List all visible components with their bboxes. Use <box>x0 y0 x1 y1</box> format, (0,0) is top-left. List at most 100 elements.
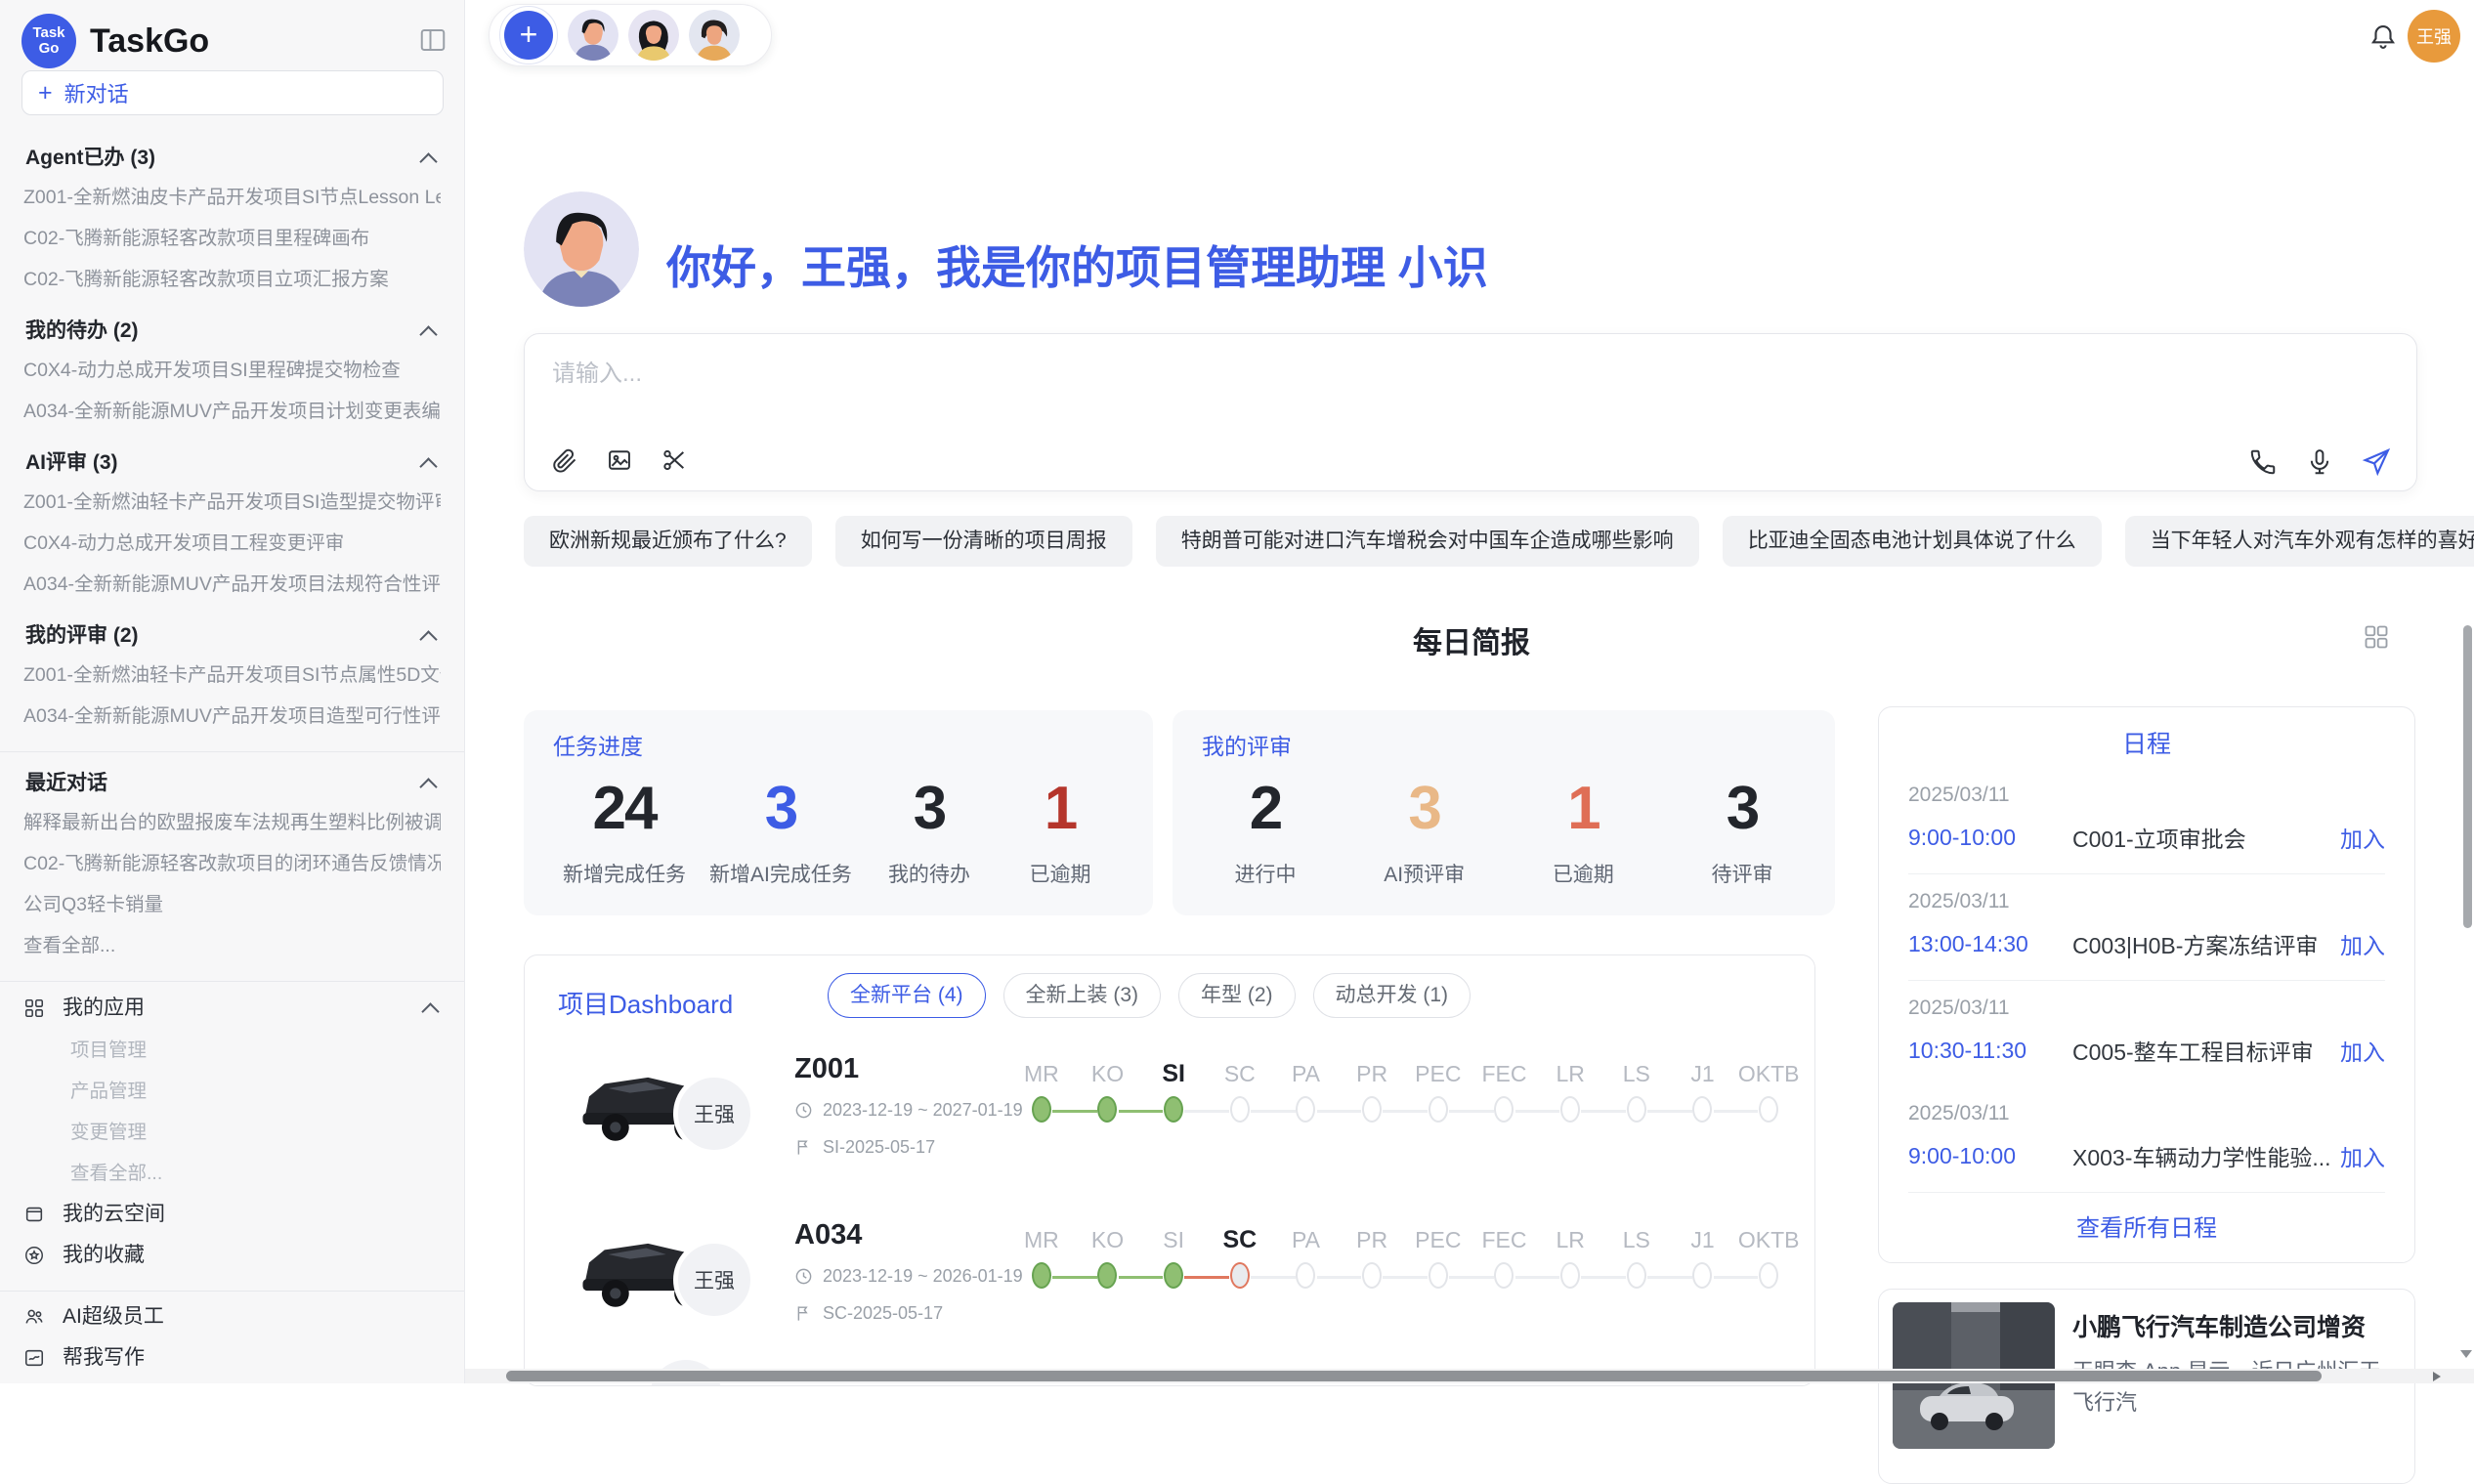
join-button[interactable]: 加入 <box>2340 1034 2385 1067</box>
logo-line1: Task <box>32 25 64 41</box>
app-logo-icon: Task Go <box>21 14 76 68</box>
greeting-text: 你好，王强，我是你的项目管理助理 小识 <box>666 233 1488 297</box>
sidebar-item-ai-employees[interactable]: AI超级员工 <box>23 1296 441 1337</box>
microphone-button[interactable] <box>2303 445 2336 479</box>
notification-bell-icon[interactable] <box>2368 21 2400 53</box>
join-button[interactable]: 加入 <box>2340 1139 2385 1172</box>
news-card[interactable]: 小鹏飞行汽车制造公司增资 天眼查 App 显示，近日广州汇天飞行汽 <box>1878 1289 2415 1484</box>
screenshot-button[interactable] <box>658 444 691 477</box>
star-icon <box>23 1245 45 1266</box>
menu-label: 帮我写作 <box>63 1337 145 1378</box>
sidebar-item-product-mgmt[interactable]: 产品管理 <box>23 1071 441 1112</box>
flag-icon <box>794 1138 813 1157</box>
list-item[interactable]: 解释最新出台的欧盟报废车法规再生塑料比例被调至15%... <box>23 802 441 843</box>
list-item[interactable]: C02-飞腾新能源轻客改款项目立项汇报方案 <box>23 259 441 300</box>
milestone-MR: MR <box>1008 1219 1075 1293</box>
join-button[interactable]: 加入 <box>2340 821 2385 854</box>
view-all-link[interactable]: 查看全部... <box>23 925 441 966</box>
scroll-right-arrow[interactable] <box>2433 1372 2441 1381</box>
view-all-link[interactable]: 查看全部... <box>23 1153 441 1194</box>
suggestion-chip[interactable]: 比亚迪全固态电池计划具体说了什么 <box>1723 516 2102 567</box>
project-owner-badge: 王强 <box>673 1239 755 1321</box>
sidebar-item-change-mgmt[interactable]: 变更管理 <box>23 1112 441 1153</box>
send-button[interactable] <box>2360 445 2393 479</box>
voice-call-button[interactable] <box>2246 445 2280 479</box>
agent-avatar-2[interactable] <box>628 10 679 61</box>
list-item[interactable]: A034-全新新能源MUV产品开发项目法规符合性评审 <box>23 564 441 605</box>
tab-model-year[interactable]: 年型 (2) <box>1178 973 1296 1018</box>
tab-powertrain[interactable]: 动总开发 (1) <box>1313 973 1472 1018</box>
section-recent-chats[interactable]: 最近对话 <box>25 769 439 798</box>
schedule-title: 日程 <box>1879 725 2414 760</box>
list-item[interactable]: Z001-全新燃油轻卡产品开发项目SI造型提交物评审 <box>23 482 441 523</box>
schedule-date: 2025/03/11 <box>1908 784 2385 807</box>
sidebar-item-cloud-space[interactable]: 我的云空间 <box>23 1194 441 1235</box>
news-title: 小鹏飞行汽车制造公司增资 <box>2072 1308 2366 1343</box>
layout-grid-icon[interactable] <box>2363 623 2392 653</box>
horizontal-scrollbar <box>465 1369 2474 1383</box>
user-avatar[interactable]: 王强 <box>2408 10 2460 63</box>
suggestion-chip[interactable]: 如何写一份清晰的项目周报 <box>835 516 1132 567</box>
sidebar-item-help-write[interactable]: 帮我写作 <box>23 1337 441 1378</box>
list-item[interactable]: Z001-全新燃油皮卡产品开发项目SI节点Lesson Learn报告 <box>23 177 441 218</box>
join-button[interactable]: 加入 <box>2340 927 2385 960</box>
sidebar-item-creative-draw[interactable]: 创意制图 <box>23 1378 441 1383</box>
plus-icon: + <box>38 79 53 107</box>
section-my-review[interactable]: 我的评审 (2) <box>25 621 439 651</box>
sidebar-collapse-icon[interactable] <box>418 25 448 55</box>
milestone-J1: J1 <box>1670 1053 1736 1127</box>
tab-new-body[interactable]: 全新上装 (3) <box>1003 973 1162 1018</box>
people-icon <box>23 1306 45 1328</box>
stat-new-done: 24新增完成任务 <box>563 767 686 888</box>
scroll-down-arrow[interactable] <box>2460 1350 2472 1358</box>
section-ai-review[interactable]: AI评审 (3) <box>25 448 439 478</box>
chevron-up-icon <box>421 1002 439 1020</box>
milestone-timeline: MRKOSISCPAPRPECFECLRLSJ1OKTB <box>1008 1053 1802 1127</box>
card-title: 我的评审 <box>1202 728 1806 761</box>
list-item[interactable]: A034-全新新能源MUV产品开发项目计划变更表编写 <box>23 391 441 432</box>
section-header-label: Agent已办 (3) <box>25 144 155 173</box>
tab-new-platform[interactable]: 全新平台 (4) <box>828 973 986 1018</box>
schedule-list: 2025/03/11 9:00-10:00 C001-立项审批会 加入 2025… <box>1908 768 2385 1193</box>
suggestion-chip[interactable]: 特朗普可能对进口汽车增税会对中国车企造成哪些影响 <box>1156 516 1699 567</box>
list-item[interactable]: Z001-全新燃油轻卡产品开发项目SI节点属性5D文件评审 <box>23 655 441 696</box>
message-input[interactable] <box>550 352 2215 412</box>
project-row-a034[interactable]: 王强 A034 2023-12-19 ~ 2026-01-19 SC-2025-… <box>525 1211 1814 1378</box>
sidebar-item-project-mgmt[interactable]: 项目管理 <box>23 1030 441 1071</box>
schedule-time: 9:00-10:00 <box>1908 825 2072 851</box>
section-agent-done[interactable]: Agent已办 (3) <box>25 144 439 173</box>
list-item[interactable]: A034-全新新能源MUV产品开发项目造型可行性评审 <box>23 696 441 737</box>
suggestion-chip[interactable]: 当下年轻人对汽车外观有怎样的喜好趋势 <box>2125 516 2474 567</box>
stat-new-ai-done: 3新增AI完成任务 <box>709 767 852 888</box>
section-my-apps[interactable]: 我的应用 <box>23 987 441 1030</box>
add-agent-button[interactable]: + <box>499 6 558 64</box>
sidebar-item-favorites[interactable]: 我的收藏 <box>23 1235 441 1276</box>
project-code: Z001 <box>794 1053 859 1085</box>
list-item[interactable]: C0X4-动力总成开发项目SI里程碑提交物检查 <box>23 350 441 391</box>
cloud-space-icon <box>23 1204 45 1225</box>
list-item[interactable]: 公司Q3轻卡销量 <box>23 884 441 925</box>
schedule-name: C005-整车工程目标评审 <box>2072 1034 2340 1067</box>
list-item[interactable]: C02-飞腾新能源轻客改款项目里程碑画布 <box>23 218 441 259</box>
project-row-z001[interactable]: 王强 Z001 2023-12-19 ~ 2027-01-19 SI-2025-… <box>525 1045 1814 1211</box>
list-item[interactable]: C0X4-动力总成开发项目工程变更评审 <box>23 523 441 564</box>
view-all-schedule-link[interactable]: 查看所有日程 <box>1879 1208 2414 1243</box>
agent-avatar-1[interactable] <box>568 10 618 61</box>
schedule-time: 9:00-10:00 <box>1908 1143 2072 1169</box>
chevron-up-icon <box>419 630 437 648</box>
card-title: 任务进度 <box>553 728 1124 761</box>
list-item[interactable]: C02-飞腾新能源轻客改款项目的闭环通告反馈情况 <box>23 843 441 884</box>
insert-image-button[interactable] <box>603 444 636 477</box>
horizontal-scrollbar-thumb[interactable] <box>506 1371 2322 1381</box>
dashboard-tabs: 全新平台 (4) 全新上装 (3) 年型 (2) 动总开发 (1) <box>828 973 1471 1018</box>
attach-file-button[interactable] <box>548 444 581 477</box>
new-chat-button[interactable]: + 新对话 <box>21 70 444 115</box>
section-my-todo[interactable]: 我的待办 (2) <box>25 317 439 346</box>
suggestion-chip[interactable]: 欧洲新规最近颁布了什么? <box>524 516 812 567</box>
agent-avatar-3[interactable] <box>689 10 740 61</box>
schedule-name: C003|H0B-方案冻结评审 <box>2072 927 2340 960</box>
project-flag-date: SI-2025-05-17 <box>794 1137 935 1158</box>
vertical-scrollbar-thumb[interactable] <box>2463 625 2472 928</box>
stat-in-progress: 2进行中 <box>1212 767 1319 888</box>
milestone-SI: SI <box>1140 1053 1207 1127</box>
